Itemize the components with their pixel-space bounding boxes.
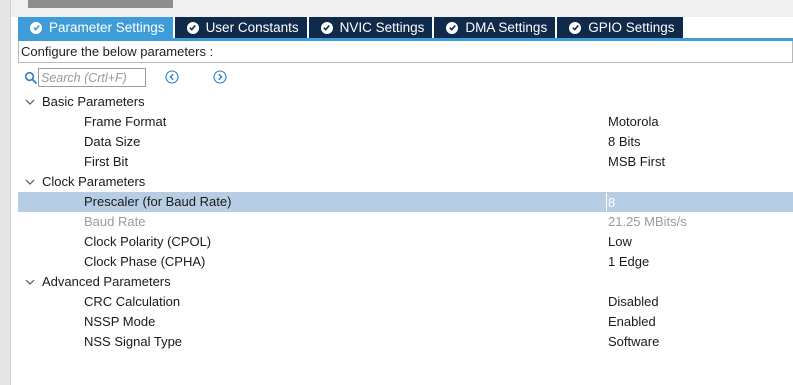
param-name: Prescaler (for Baud Rate)	[84, 194, 232, 209]
param-name: Data Size	[84, 134, 141, 149]
tab-gpio-settings[interactable]: GPIO Settings	[557, 17, 683, 38]
tab-label: DMA Settings	[465, 20, 548, 35]
chevron-down-icon[interactable]	[25, 97, 35, 107]
parameter-tree: Basic Parameters Frame Format Motorola D…	[18, 92, 793, 352]
group-clock-parameters[interactable]: Clock Parameters	[18, 172, 793, 192]
param-value[interactable]: Motorola	[608, 112, 659, 132]
param-row-frame-format[interactable]: Frame Format Motorola	[18, 112, 793, 132]
tab-nvic-settings[interactable]: NVIC Settings	[308, 17, 433, 38]
check-circle-icon	[446, 21, 459, 34]
group-label: Clock Parameters	[42, 174, 146, 189]
tab-label: User Constants	[205, 20, 299, 35]
prescaler-value-input[interactable]	[606, 193, 793, 211]
param-name: Clock Polarity (CPOL)	[84, 234, 212, 249]
param-row-prescaler[interactable]: Prescaler (for Baud Rate)	[18, 192, 793, 212]
param-value: 21.25 MBits/s	[608, 214, 687, 229]
param-value[interactable]: Enabled	[608, 312, 656, 332]
search-next-icon[interactable]	[213, 70, 227, 84]
left-edge-bar	[0, 0, 10, 385]
param-value[interactable]: Software	[608, 332, 659, 352]
param-value[interactable]: MSB First	[608, 152, 665, 172]
param-value[interactable]: Low	[608, 232, 632, 252]
tab-label: GPIO Settings	[588, 20, 675, 35]
param-name: Baud Rate	[84, 214, 146, 229]
tab-parameter-settings[interactable]: Parameter Settings	[18, 17, 173, 38]
chevron-down-icon[interactable]	[25, 277, 35, 287]
text-cursor	[606, 193, 607, 211]
param-name: NSSP Mode	[84, 314, 156, 329]
check-circle-icon	[569, 21, 582, 34]
param-row-crc-calculation[interactable]: CRC Calculation Disabled	[18, 292, 793, 312]
settings-tab-bar: Parameter Settings User Constants NVIC S…	[18, 17, 685, 38]
search-previous-icon[interactable]	[165, 70, 179, 84]
left-edge-divider	[10, 0, 11, 385]
configure-label: Configure the below parameters :	[21, 44, 214, 59]
parameter-panel: Configure the below parameters : Basic P…	[18, 41, 793, 385]
group-advanced-parameters[interactable]: Advanced Parameters	[18, 272, 793, 292]
param-name: NSS Signal Type	[84, 334, 183, 349]
chevron-down-icon[interactable]	[25, 177, 35, 187]
param-row-nss-signal-type[interactable]: NSS Signal Type Software	[18, 332, 793, 352]
param-name: Frame Format	[84, 114, 167, 129]
group-label: Advanced Parameters	[42, 274, 171, 289]
upper-tab-stub[interactable]	[28, 0, 173, 8]
param-value[interactable]: Disabled	[608, 292, 659, 312]
check-circle-icon	[320, 21, 333, 34]
param-name: Clock Phase (CPHA)	[84, 254, 206, 269]
search-row	[18, 67, 793, 91]
param-value[interactable]: 8 Bits	[608, 132, 641, 152]
configure-label-box: Configure the below parameters :	[18, 41, 793, 63]
tab-user-constants[interactable]: User Constants	[174, 17, 307, 38]
param-row-data-size[interactable]: Data Size 8 Bits	[18, 132, 793, 152]
search-icon	[24, 71, 38, 85]
param-row-clock-phase[interactable]: Clock Phase (CPHA) 1 Edge	[18, 252, 793, 272]
tab-label: NVIC Settings	[339, 20, 425, 35]
tab-dma-settings[interactable]: DMA Settings	[434, 17, 556, 38]
param-name: CRC Calculation	[84, 294, 181, 309]
check-circle-icon	[186, 21, 199, 34]
param-name: First Bit	[84, 154, 129, 169]
tab-label: Parameter Settings	[49, 20, 165, 35]
group-basic-parameters[interactable]: Basic Parameters	[18, 92, 793, 112]
check-circle-icon	[30, 21, 42, 34]
param-row-clock-polarity[interactable]: Clock Polarity (CPOL) Low	[18, 232, 793, 252]
param-value[interactable]: 1 Edge	[608, 252, 649, 272]
param-row-baud-rate: Baud Rate 21.25 MBits/s	[18, 212, 793, 232]
param-row-nssp-mode[interactable]: NSSP Mode Enabled	[18, 312, 793, 332]
param-row-first-bit[interactable]: First Bit MSB First	[18, 152, 793, 172]
search-input[interactable]	[38, 68, 146, 87]
group-label: Basic Parameters	[42, 94, 145, 109]
